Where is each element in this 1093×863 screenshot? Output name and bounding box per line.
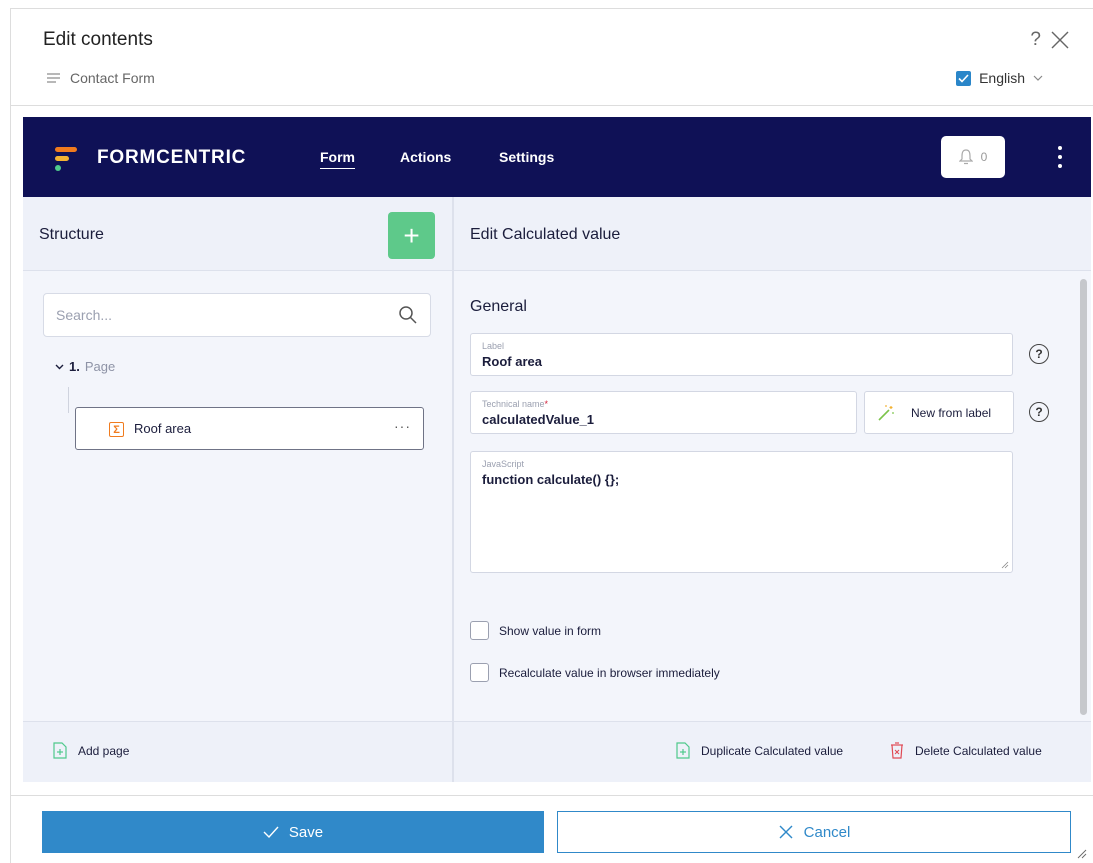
structure-header: Structure + bbox=[23, 197, 452, 271]
language-selector[interactable]: English bbox=[956, 70, 1043, 86]
duplicate-label: Duplicate Calculated value bbox=[701, 743, 844, 758]
label-field[interactable]: Label Roof area bbox=[470, 333, 1013, 376]
cancel-button[interactable]: Cancel bbox=[557, 811, 1071, 853]
checkbox[interactable] bbox=[470, 621, 489, 640]
formcentric-app: FORMCENTRIC Form Actions Settings 0 Stru… bbox=[23, 117, 1091, 782]
check-icon bbox=[263, 826, 279, 838]
help-icon[interactable]: ? bbox=[1029, 344, 1049, 364]
structure-title: Structure bbox=[39, 226, 104, 243]
formcentric-logo-icon bbox=[55, 147, 77, 171]
structure-footer: Add page bbox=[23, 721, 452, 782]
add-page-label: Add page bbox=[78, 743, 130, 758]
nav-form[interactable]: Form bbox=[320, 149, 355, 169]
trash-icon bbox=[891, 742, 903, 759]
item-menu-icon[interactable]: ··· bbox=[394, 418, 411, 434]
check-icon bbox=[958, 73, 969, 83]
tree-item-label: Roof area bbox=[134, 421, 192, 436]
technical-name-label: Technical name* bbox=[482, 399, 549, 409]
editor-title: Edit Calculated value bbox=[470, 226, 621, 243]
help-icon[interactable]: ? bbox=[1029, 402, 1049, 422]
document-name: Contact Form bbox=[70, 70, 155, 86]
checkbox-label: Recalculate value in browser immediately bbox=[499, 665, 720, 680]
javascript-field[interactable]: JavaScript function calculate() {}; bbox=[470, 451, 1013, 573]
dialog-title: Edit contents bbox=[43, 29, 153, 50]
add-page-button[interactable]: Add page bbox=[53, 742, 129, 759]
bell-icon bbox=[958, 149, 973, 165]
editor-panel: General Label Roof area ? Technical name… bbox=[454, 271, 1091, 721]
chevron-down-icon[interactable] bbox=[55, 364, 64, 370]
delete-button[interactable]: Delete Calculated value bbox=[890, 742, 1042, 759]
show-value-checkbox[interactable]: Show value in form bbox=[470, 621, 601, 640]
delete-label: Delete Calculated value bbox=[915, 743, 1042, 758]
duplicate-icon bbox=[676, 742, 690, 759]
divider bbox=[11, 105, 1093, 106]
tree-connector bbox=[68, 387, 69, 413]
add-page-icon bbox=[53, 742, 67, 759]
label-field-label: Label bbox=[482, 341, 505, 351]
document-breadcrumb: Contact Form bbox=[47, 70, 155, 86]
editor-footer: Duplicate Calculated value Delete Calcul… bbox=[454, 721, 1091, 782]
nav-actions[interactable]: Actions bbox=[400, 149, 451, 165]
technical-name-field[interactable]: Technical name* calculatedValue_1 bbox=[470, 391, 857, 434]
tree-item-roof-area[interactable]: Σ Roof area ··· bbox=[75, 407, 424, 450]
checkbox[interactable] bbox=[470, 663, 489, 682]
lines-icon bbox=[47, 72, 60, 83]
language-label: English bbox=[979, 70, 1025, 86]
edit-contents-dialog: Edit contents ? Contact Form English FOR… bbox=[10, 8, 1093, 863]
search-input[interactable] bbox=[44, 294, 384, 336]
save-label: Save bbox=[288, 823, 324, 841]
sigma-icon: Σ bbox=[109, 422, 124, 437]
page-number: 1. bbox=[69, 359, 80, 374]
help-button[interactable]: ? bbox=[1030, 29, 1041, 51]
page-label: Page bbox=[84, 359, 116, 374]
recalculate-checkbox[interactable]: Recalculate value in browser immediately bbox=[470, 663, 720, 682]
section-title: General bbox=[470, 298, 527, 315]
magic-wand-icon bbox=[878, 405, 894, 421]
close-icon bbox=[779, 825, 793, 839]
javascript-field-value: function calculate() {}; bbox=[482, 472, 620, 487]
chevron-down-icon bbox=[1033, 72, 1043, 84]
save-button[interactable]: Save bbox=[42, 811, 544, 853]
new-from-label-text: New from label bbox=[911, 406, 992, 420]
search-icon[interactable] bbox=[398, 305, 418, 325]
label-field-value: Roof area bbox=[482, 354, 542, 369]
technical-name-value: calculatedValue_1 bbox=[482, 412, 595, 427]
notification-count: 0 bbox=[980, 150, 988, 164]
javascript-field-label: JavaScript bbox=[482, 459, 525, 469]
duplicate-button[interactable]: Duplicate Calculated value bbox=[676, 742, 843, 759]
cancel-label: Cancel bbox=[803, 823, 851, 841]
notifications-button[interactable]: 0 bbox=[941, 136, 1005, 178]
app-topbar: FORMCENTRIC Form Actions Settings 0 bbox=[23, 117, 1091, 197]
scrollbar[interactable] bbox=[1080, 279, 1087, 715]
tree-page-node[interactable]: 1. Page bbox=[55, 359, 115, 374]
search-box bbox=[43, 293, 431, 337]
brand-name: FORMCENTRIC bbox=[97, 147, 247, 168]
checkbox-label: Show value in form bbox=[499, 623, 602, 638]
more-menu-icon[interactable] bbox=[1057, 146, 1063, 168]
resize-handle-icon[interactable] bbox=[1001, 561, 1009, 569]
close-icon[interactable] bbox=[1049, 29, 1071, 51]
window-resize-grip-icon[interactable] bbox=[1077, 849, 1087, 859]
editor-header: Edit Calculated value bbox=[454, 197, 1091, 271]
language-checkbox[interactable] bbox=[956, 70, 972, 86]
footer-divider bbox=[10, 795, 1093, 796]
structure-panel: 1. Page Σ Roof area ··· bbox=[23, 271, 452, 721]
new-from-label-button[interactable]: New from label bbox=[864, 391, 1014, 434]
nav-settings[interactable]: Settings bbox=[499, 149, 554, 165]
add-element-button[interactable]: + bbox=[388, 212, 435, 259]
